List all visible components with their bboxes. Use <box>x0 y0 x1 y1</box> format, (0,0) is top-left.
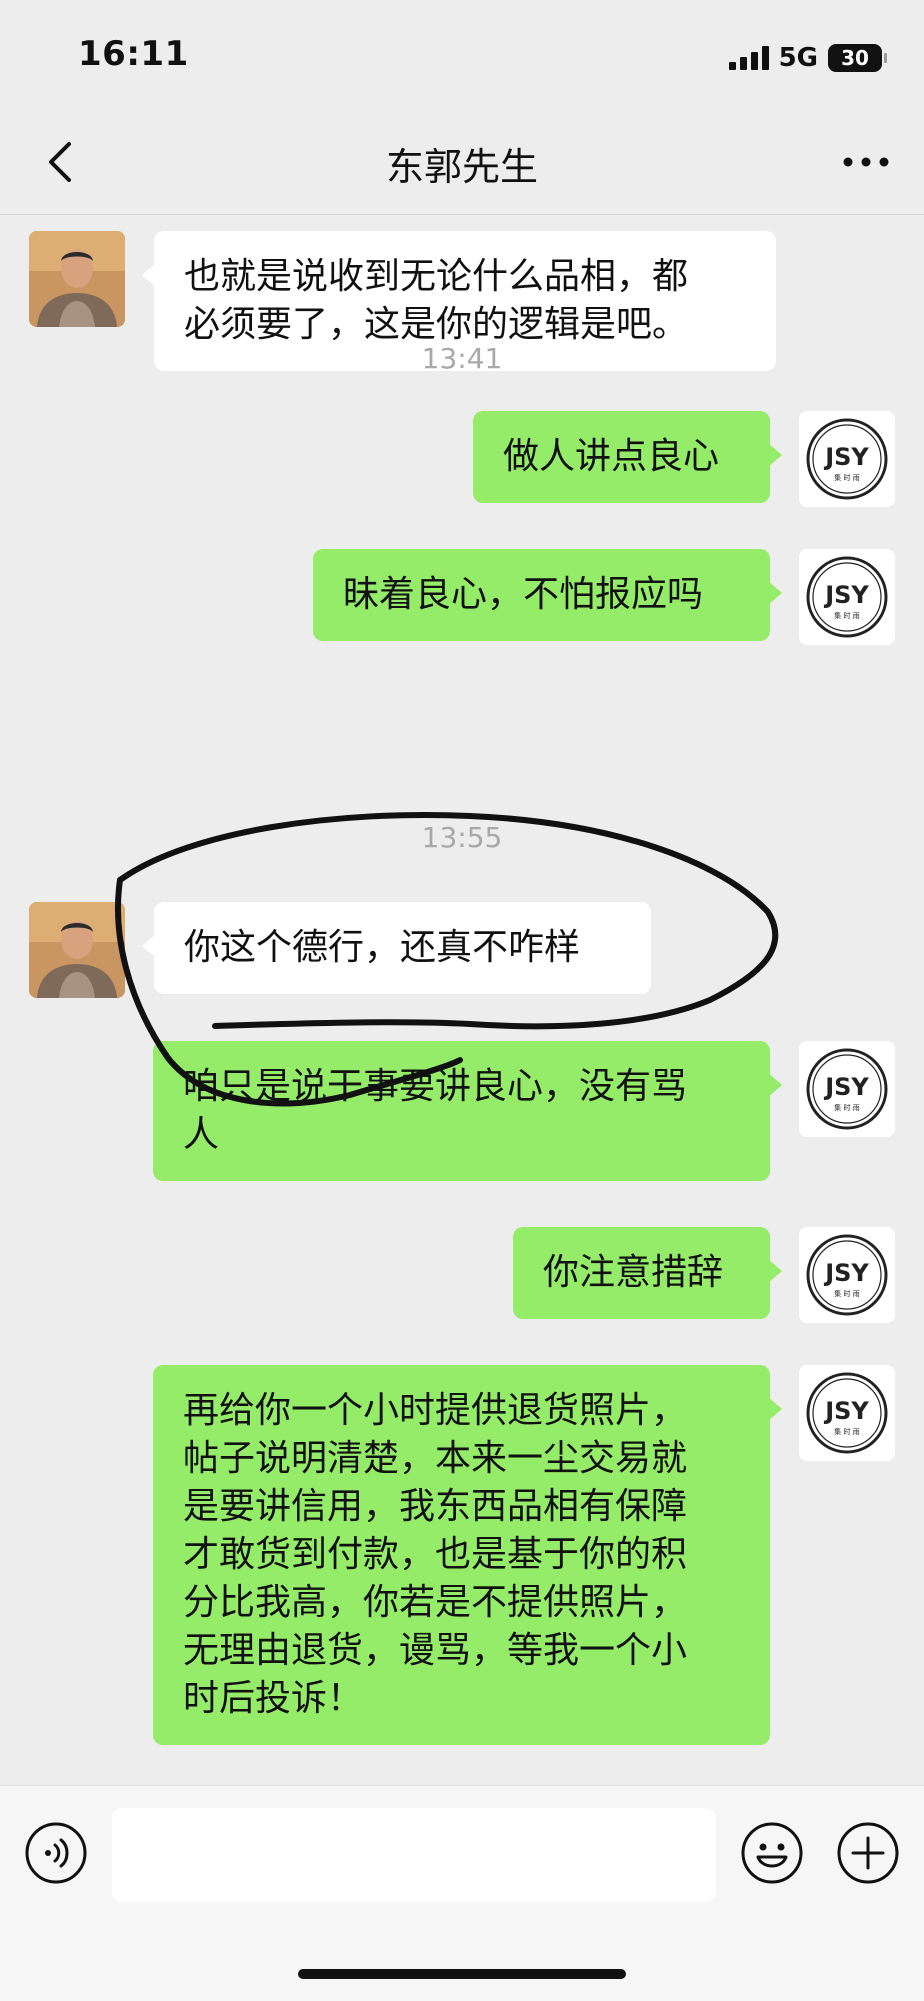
outgoing-message[interactable]: 咱只是说干事要讲良心，没有骂 人 <box>153 1041 782 1181</box>
logo-subtext: 集 时 雨 <box>834 473 859 482</box>
logo-subtext: 集 时 雨 <box>834 1103 859 1112</box>
jsy-logo-icon: JSY 集 时 雨 <box>806 418 888 500</box>
status-time: 16:11 <box>78 34 189 74</box>
jsy-logo-icon: JSY 集 时 雨 <box>806 1372 888 1454</box>
jsy-logo-icon: JSY 集 时 雨 <box>806 1048 888 1130</box>
outgoing-message[interactable]: 做人讲点良心 <box>473 411 782 503</box>
jsy-logo-icon: JSY 集 时 雨 <box>806 1234 888 1316</box>
battery-icon: 30 <box>828 44 887 72</box>
logo-letters: JSY <box>823 1073 869 1101</box>
outgoing-message[interactable]: 昧着良心，不怕报应吗 <box>313 549 782 641</box>
my-avatar[interactable]: JSY 集 时 雨 <box>799 1227 895 1323</box>
my-avatar[interactable]: JSY 集 时 雨 <box>799 1041 895 1137</box>
voice-input-button[interactable] <box>24 1821 88 1885</box>
contact-avatar[interactable] <box>29 231 125 327</box>
outgoing-message[interactable]: 你注意措辞 <box>513 1227 782 1319</box>
logo-letters: JSY <box>823 581 869 609</box>
message-input[interactable] <box>112 1808 716 1902</box>
voice-icon <box>25 1822 87 1884</box>
status-indicators: 5G 30 <box>728 38 887 78</box>
incoming-message[interactable]: 你这个德行，还真不咋样 <box>142 902 651 994</box>
my-avatar[interactable]: JSY 集 时 雨 <box>799 549 895 645</box>
logo-letters: JSY <box>823 443 869 471</box>
network-label: 5G <box>778 43 818 73</box>
more-options-button[interactable] <box>836 132 896 192</box>
plus-icon <box>837 1822 899 1884</box>
person-photo-icon <box>29 231 125 327</box>
logo-subtext: 集 时 雨 <box>834 1289 859 1298</box>
logo-subtext: 集 时 雨 <box>834 611 859 620</box>
message-list[interactable]: 也就是说收到无论什么品相，都 必须要了，这是你的逻辑是吧。 13:41 JSY … <box>0 215 924 1785</box>
chat-title: 东郭先生 <box>385 145 538 189</box>
chat-header: 东郭先生 <box>0 110 924 215</box>
logo-letters: JSY <box>823 1397 869 1425</box>
my-avatar[interactable]: JSY 集 时 雨 <box>799 1365 895 1461</box>
outgoing-message[interactable]: 再给你一个小时提供退货照片， 帖子说明清楚，本来一尘交易就 是要讲信用，我东西品… <box>153 1365 782 1745</box>
timestamp: 13:55 <box>421 821 503 854</box>
my-avatar[interactable]: JSY 集 时 雨 <box>799 411 895 507</box>
battery-level: 30 <box>841 46 869 70</box>
input-bar <box>0 1785 924 2001</box>
more-actions-button[interactable] <box>836 1821 900 1885</box>
home-indicator[interactable] <box>298 1969 626 1979</box>
timestamp: 13:41 <box>421 342 503 375</box>
logo-subtext: 集 时 雨 <box>834 1427 859 1436</box>
more-dots-icon <box>843 157 889 167</box>
logo-letters: JSY <box>823 1259 869 1287</box>
person-photo-icon <box>29 902 125 998</box>
contact-avatar[interactable] <box>29 902 125 998</box>
status-bar: 16:11 5G 30 <box>0 0 924 110</box>
smiley-icon <box>741 1822 803 1884</box>
signal-icon <box>728 46 769 70</box>
emoji-button[interactable] <box>740 1821 804 1885</box>
jsy-logo-icon: JSY 集 时 雨 <box>806 556 888 638</box>
